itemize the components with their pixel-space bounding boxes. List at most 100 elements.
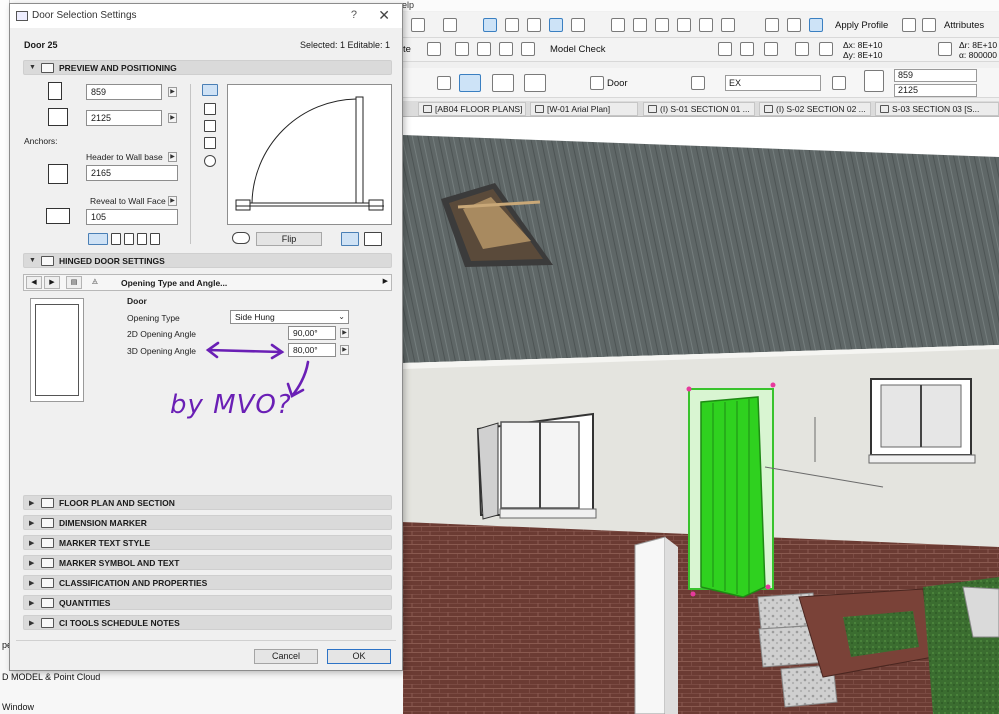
help-button[interactable]: ? (351, 9, 357, 21)
opening-side-1-icon[interactable] (341, 232, 359, 246)
page-list-icon[interactable]: ▤ (66, 276, 82, 289)
trim-icon[interactable] (611, 18, 625, 32)
tab-arial-plan[interactable]: [W-01 Arial Plan] (530, 102, 638, 116)
suspend-icon[interactable] (571, 18, 585, 32)
page-selector[interactable]: Opening Type and Angle... (121, 278, 227, 288)
eye-orbit-icon[interactable] (232, 232, 250, 244)
plus-icon[interactable] (795, 42, 809, 56)
adjust-icon[interactable] (633, 18, 647, 32)
door-mode-2-icon[interactable] (492, 74, 514, 92)
hatch-icon[interactable] (521, 42, 535, 56)
anchor-mode-icon[interactable] (137, 233, 147, 245)
navigator-item-model[interactable]: D MODEL & Point Cloud (2, 672, 100, 682)
model-check-button[interactable]: Model Check (550, 44, 605, 55)
curve-icon[interactable] (677, 18, 691, 32)
section-quantities[interactable]: ▶ QUANTITIES (23, 595, 392, 610)
section-hinged-door[interactable]: ▼ HINGED DOOR SETTINGS (23, 253, 392, 268)
layer-icon[interactable] (477, 42, 491, 56)
section-preview-positioning[interactable]: ▼ PREVIEW AND POSITIONING (23, 60, 392, 75)
tag-icon[interactable] (922, 18, 936, 32)
cancel-button[interactable]: Cancel (254, 649, 318, 664)
width-field[interactable]: 859 (894, 69, 977, 82)
prev-page-button[interactable]: ◀ (26, 276, 42, 289)
close-button[interactable]: ✕ (378, 7, 390, 24)
elevation-view-icon[interactable] (204, 103, 216, 115)
attributes-button[interactable]: Attributes (944, 20, 984, 31)
section-marker-text-style[interactable]: ▶ MARKER TEXT STYLE (23, 535, 392, 550)
anchor-mode-icon[interactable] (88, 233, 108, 245)
3d-view-icon[interactable] (204, 120, 216, 132)
plan-view-icon[interactable] (202, 84, 218, 96)
anchor-mode-icon[interactable] (124, 233, 134, 245)
select-tool-icon[interactable] (411, 18, 425, 32)
layer-field[interactable]: EX (725, 75, 821, 91)
section-dimension-marker[interactable]: ▶ DIMENSION MARKER (23, 515, 392, 530)
arrow-right-icon[interactable] (437, 76, 451, 90)
angle-2d-button[interactable]: ▶ (340, 328, 349, 338)
height-input[interactable]: 2125 (86, 110, 162, 126)
section-marker-symbol[interactable]: ▶ MARKER SYMBOL AND TEXT (23, 555, 392, 570)
ok-button[interactable]: OK (327, 649, 391, 664)
3d-model-view (403, 135, 999, 714)
angle-3d-button[interactable]: ▶ (340, 345, 349, 355)
flag-icon[interactable] (765, 18, 779, 32)
opening-type-select[interactable]: Side Hung ⌄ (230, 310, 349, 324)
section-ci-tools[interactable]: ▶ CI TOOLS SCHEDULE NOTES (23, 615, 392, 630)
width-link-button[interactable]: ▶ (168, 87, 177, 97)
anchor-mode-icon[interactable] (150, 233, 160, 245)
pick-up-icon[interactable] (505, 18, 519, 32)
flip-button[interactable]: Flip (256, 232, 322, 246)
section-floor-plan[interactable]: ▶ FLOOR PLAN AND SECTION (23, 495, 392, 510)
layer-eye-icon[interactable] (691, 76, 705, 90)
house-icon[interactable] (721, 18, 735, 32)
flag-filter-icon[interactable] (787, 18, 801, 32)
grid-select-icon[interactable] (740, 42, 754, 56)
door-mode-3-icon[interactable] (524, 74, 546, 92)
tab-section-03[interactable]: S-03 SECTION 03 [S... (875, 102, 999, 116)
cloud-icon[interactable] (809, 18, 823, 32)
section-view-icon[interactable] (204, 137, 216, 149)
header-anchor-button[interactable]: ▶ (168, 152, 177, 162)
3d-viewport[interactable] (403, 117, 999, 714)
page-dropdown-icon[interactable]: ◬ (87, 276, 103, 289)
marquee-icon[interactable] (455, 42, 469, 56)
tab-section-02[interactable]: (I) S-02 SECTION 02 ... (759, 102, 871, 116)
connect-icon[interactable] (699, 18, 713, 32)
width-input[interactable]: 859 (86, 84, 162, 100)
apply-profile-button[interactable]: Apply Profile (835, 20, 888, 31)
triangle-icon[interactable] (819, 42, 833, 56)
grouping-icon[interactable] (549, 18, 563, 32)
close-x-icon[interactable] (718, 42, 732, 56)
info-icon[interactable] (204, 155, 216, 167)
dialog-titlebar[interactable]: Door Selection Settings ? ✕ (10, 4, 402, 28)
pen-icon[interactable] (427, 42, 441, 56)
cross-icon[interactable] (527, 18, 541, 32)
navigator-item-window[interactable]: Window (2, 702, 34, 712)
tab-section-01[interactable]: (I) S-01 SECTION 01 ... (643, 102, 755, 116)
right-window (868, 378, 976, 464)
section-label: MARKER TEXT STYLE (59, 538, 151, 548)
section-label: HINGED DOOR SETTINGS (59, 256, 165, 266)
next-page-button[interactable]: ▶ (44, 276, 60, 289)
header-anchor-icon (48, 164, 68, 184)
opening-side-2-icon[interactable] (364, 232, 382, 246)
door-mode-1-icon[interactable] (459, 74, 481, 92)
layer-settings-icon[interactable] (832, 76, 846, 90)
tab-floor-plans[interactable]: [AB04 FLOOR PLANS] (418, 102, 526, 116)
height-field[interactable]: 2125 (894, 84, 977, 97)
grid-icon[interactable] (764, 42, 778, 56)
profile-icon[interactable] (902, 18, 916, 32)
anchor-mode-icon[interactable] (111, 233, 121, 245)
section-classification[interactable]: ▶ CLASSIFICATION AND PROPERTIES (23, 575, 392, 590)
page-dropdown-arrow-icon[interactable]: ▶ (383, 277, 388, 285)
angle-icon[interactable] (938, 42, 952, 56)
header-input[interactable]: 2165 (86, 165, 178, 181)
lock-icon[interactable] (443, 18, 457, 32)
menu-item-help[interactable]: elp (402, 0, 414, 10)
reveal-input[interactable]: 105 (86, 209, 178, 225)
intersect-icon[interactable] (655, 18, 669, 32)
copy-icon[interactable] (499, 42, 513, 56)
magic-wand-icon[interactable] (483, 18, 497, 32)
reveal-anchor-button[interactable]: ▶ (168, 196, 177, 206)
height-link-button[interactable]: ▶ (168, 113, 177, 123)
